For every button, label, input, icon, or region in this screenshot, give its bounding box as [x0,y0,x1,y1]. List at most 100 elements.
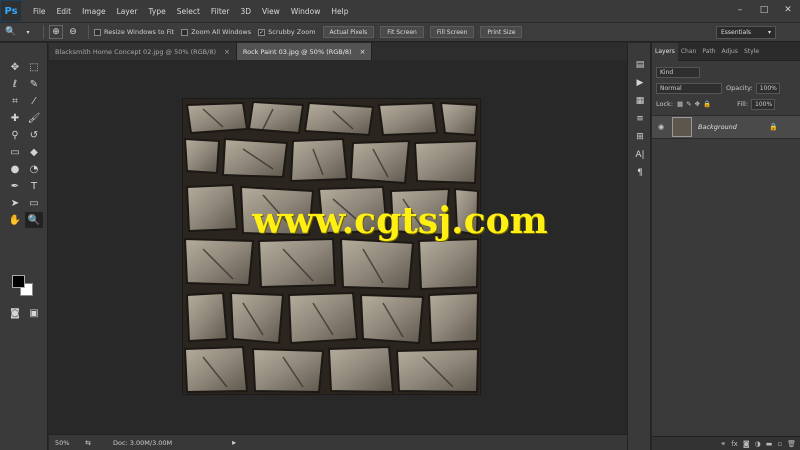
swatches-icon[interactable]: ▦ [631,93,649,109]
trash-icon[interactable]: 🗑 [787,440,796,448]
menu-edit[interactable]: Edit [57,7,72,16]
dropdown-arrow-icon[interactable]: ▾ [21,25,35,39]
menu-3d[interactable]: 3D [240,7,251,16]
adjustment-icon[interactable]: ◑ [755,440,761,448]
workspace-value: Essentials [721,29,752,36]
type-tool-icon[interactable]: T [25,178,43,194]
blur-tool-icon[interactable]: ● [6,161,24,177]
tab-paths[interactable]: Path [699,43,718,61]
workspace-select[interactable]: Essentials ▾ [716,26,776,39]
checkbox-box[interactable] [94,28,101,36]
healing-brush-icon[interactable]: ✚ [6,110,24,126]
mask-icon[interactable]: ◙ [743,440,750,448]
kind-filter-select[interactable]: Kind [656,66,700,78]
quick-select-tool-icon[interactable]: ✎ [25,76,43,92]
lasso-tool-icon[interactable]: ℓ [6,76,24,92]
menu-filter[interactable]: Filter [211,7,230,16]
fill-field[interactable]: 100% [751,98,776,110]
document-info: Doc: 3.00M/3.00M [113,438,173,447]
zoom-all-windows-checkbox[interactable]: Zoom All Windows [181,28,251,36]
share-icon[interactable]: ⇆ [83,438,93,448]
lock-position-icon[interactable]: ✥ [695,100,700,108]
menu-file[interactable]: File [33,7,46,16]
zoom-in-icon[interactable]: ⊕ [49,25,63,39]
close-icon[interactable]: × [360,48,366,56]
eraser-tool-icon[interactable]: ▭ [6,144,24,160]
opacity-value: 100% [759,84,777,92]
tab-layers[interactable]: Layers [652,42,678,61]
menu-type[interactable]: Type [149,7,166,16]
menu-select[interactable]: Select [177,7,200,16]
print-size-button[interactable]: Print Size [480,26,523,38]
checkbox-label: Scrubby Zoom [268,28,316,36]
actual-pixels-button[interactable]: Actual Pixels [322,26,375,38]
menu-bar: Ps File Edit Image Layer Type Select Fil… [0,0,800,22]
screen-mode-icon[interactable]: ▣ [25,305,43,321]
clone-stamp-icon[interactable]: ⚲ [6,127,24,143]
folder-icon[interactable]: ▬ [766,440,773,448]
quick-mask-icon[interactable]: ◙ [6,305,24,321]
close-button[interactable]: ✕ [780,3,796,17]
stone-wall-texture [183,99,480,394]
blend-mode-select[interactable]: Normal [656,82,722,94]
history-icon[interactable]: ▤ [631,57,649,73]
foreground-color-swatch[interactable] [12,275,25,288]
paint-bucket-icon[interactable]: ◆ [25,144,43,160]
lock-transparent-icon[interactable]: ▦ [677,100,683,108]
checkbox-box[interactable] [181,28,189,36]
move-tool-icon[interactable]: ✥ [6,59,24,75]
character-icon[interactable]: A| [631,147,649,163]
checkmark-icon[interactable]: ✓ [258,28,266,36]
fill-screen-button[interactable]: Fill Screen [429,26,475,38]
fill-value: 100% [755,100,773,108]
chevron-down-icon: ▾ [767,29,771,36]
fit-screen-button[interactable]: Fit Screen [380,26,424,38]
minimize-button[interactable]: – [732,3,748,17]
menu-view[interactable]: View [262,7,280,16]
close-icon[interactable]: × [224,48,230,56]
lock-all-icon[interactable]: 🔒 [703,100,711,108]
marquee-tool-icon[interactable]: ⬚ [25,59,43,75]
maximize-button[interactable]: □ [756,3,772,17]
tab-channels[interactable]: Chan [678,43,699,61]
resize-windows-checkbox[interactable]: Resize Windows to Fit [94,28,174,36]
arrow-right-icon[interactable]: ▸ [232,438,236,447]
paragraph-icon[interactable]: ¶ [631,165,649,181]
scrubby-zoom-checkbox[interactable]: ✓ Scrubby Zoom [258,28,316,36]
dodge-tool-icon[interactable]: ◔ [25,161,43,177]
tools-panel: ✥ ⬚ ℓ ✎ ⌗ ⁄ ✚ 🖌 ⚲ ↺ ▭ ◆ ● ◔ ✒ T ➤ ▭ ✋ 🔍 … [0,43,48,450]
pen-tool-icon[interactable]: ✒ [6,178,24,194]
tab-adjustments[interactable]: Adjus [719,43,741,61]
zoom-tool-icon[interactable]: 🔍 [4,25,18,39]
menu-window[interactable]: Window [291,7,321,16]
layer-row-background[interactable]: ◉ Background 🔒 [652,115,800,139]
checkbox-label: Resize Windows to Fit [104,28,175,36]
fx-icon[interactable]: fx [731,440,738,448]
tab-blacksmith[interactable]: Blacksmith Home Concept 02.jpg @ 50% (RG… [49,43,237,60]
photoshop-logo: Ps [0,0,22,22]
crop-tool-icon[interactable]: ⌗ [6,93,24,109]
actions-icon[interactable]: ▶ [631,75,649,91]
menu-help[interactable]: Help [331,7,348,16]
clone-source-icon[interactable]: ⊞ [631,129,649,145]
tab-styles[interactable]: Style [741,43,762,61]
brush-tool-icon[interactable]: 🖌 [25,110,43,126]
menu-layer[interactable]: Layer [117,7,138,16]
rock-texture-image[interactable] [183,99,480,394]
menu-image[interactable]: Image [82,7,106,16]
lock-label: Lock: [656,100,674,108]
tab-rock-paint[interactable]: Rock Paint 03.jpg @ 50% (RGB/8) × [236,43,373,60]
eye-icon[interactable]: ◉ [654,123,668,131]
zoom-out-icon[interactable]: ⊖ [66,25,80,39]
opacity-label: Opacity: [726,84,753,92]
fill-label: Fill: [737,100,749,108]
link-icon[interactable]: ⚭ [720,440,726,448]
new-layer-icon[interactable]: ▫ [777,440,782,448]
brush-presets-icon[interactable]: ≡ [631,111,649,127]
lock-pixels-icon[interactable]: ✎ [686,100,691,108]
divider [88,25,89,39]
opacity-field[interactable]: 100% [755,82,780,94]
eyedropper-tool-icon[interactable]: ⁄ [25,93,43,109]
history-brush-icon[interactable]: ↺ [25,127,43,143]
zoom-level-field[interactable]: 50% [55,439,81,447]
